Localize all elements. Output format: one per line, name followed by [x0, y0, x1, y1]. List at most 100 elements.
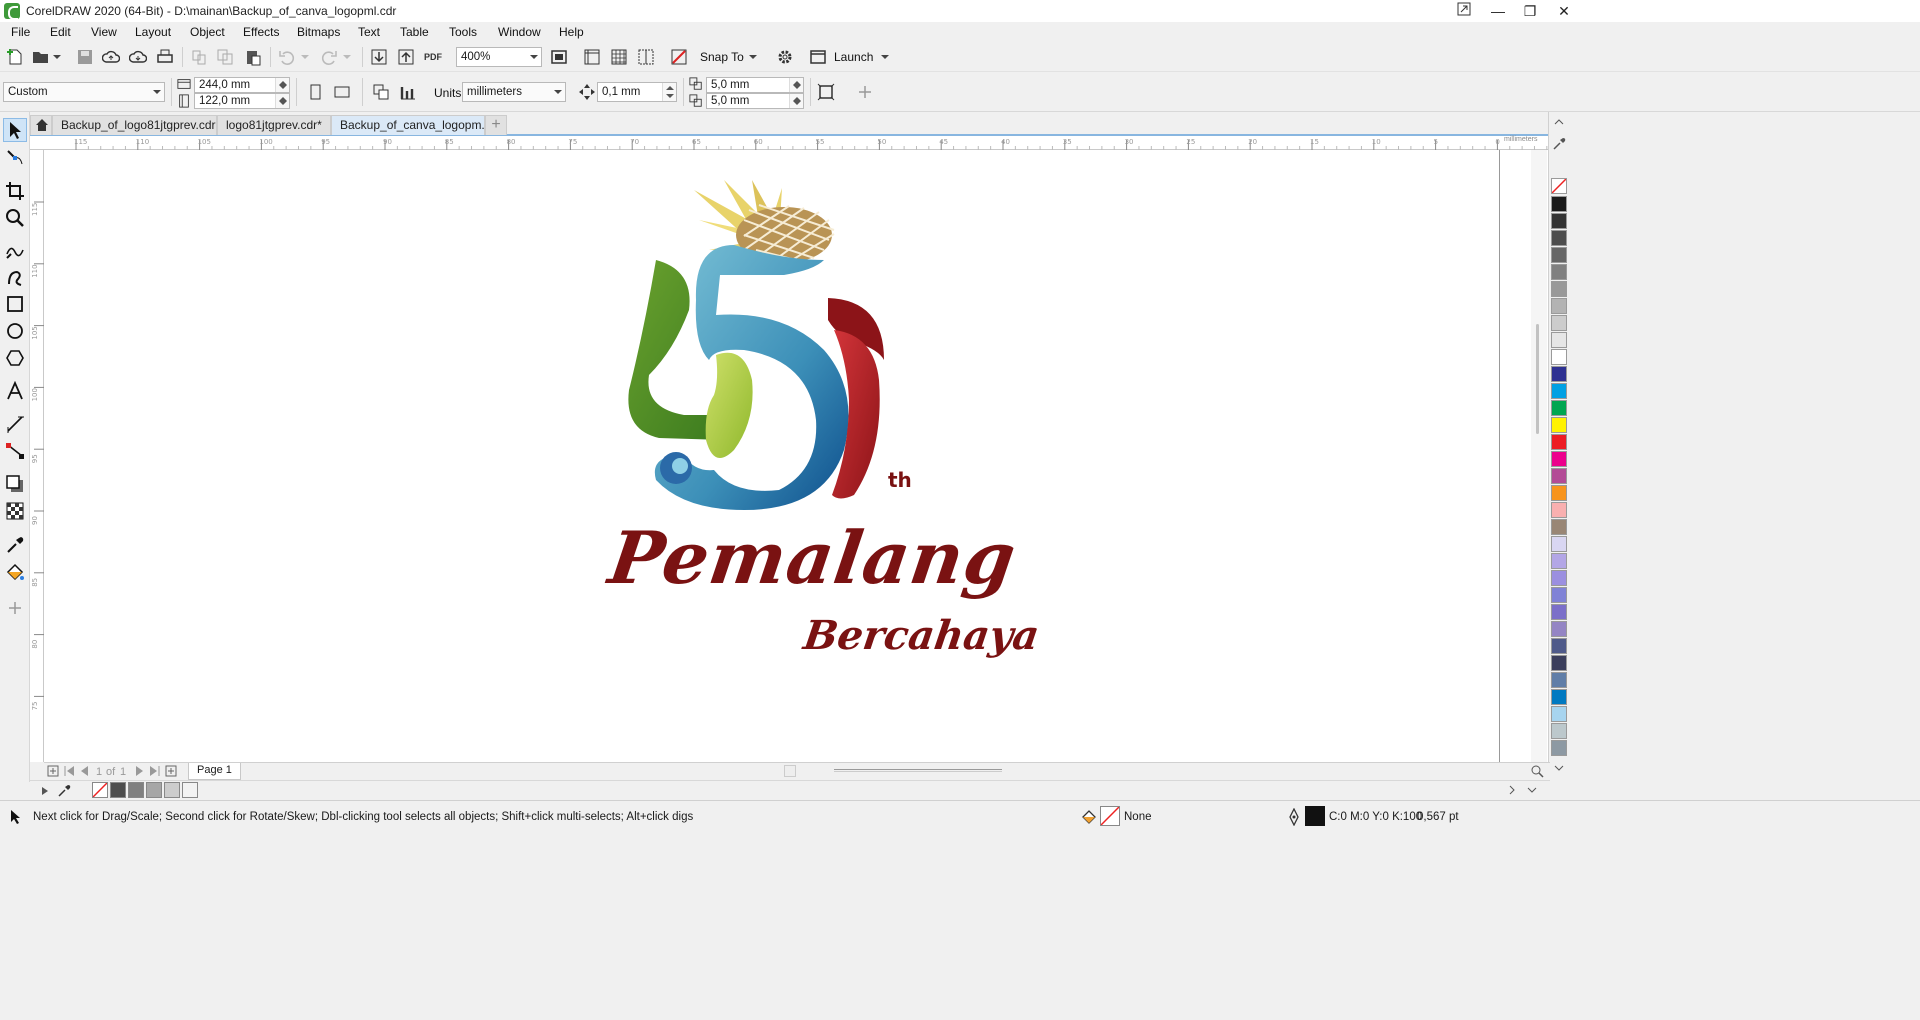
palette-swatch[interactable] — [1551, 400, 1567, 416]
page-1-tab[interactable]: Page 1 — [188, 763, 241, 780]
snap-to-chevron-icon[interactable] — [746, 46, 760, 68]
palette-swatch[interactable] — [1551, 621, 1567, 637]
import-icon[interactable] — [368, 46, 390, 68]
page-height-field[interactable]: 122,0 mm — [194, 93, 290, 109]
palette-swatch[interactable] — [1551, 213, 1567, 229]
document-palette-menu-icon[interactable] — [1526, 784, 1538, 799]
menu-tools[interactable]: Tools — [449, 25, 477, 39]
palette-swatch[interactable] — [1551, 349, 1567, 365]
units-select[interactable]: millimeters — [462, 82, 566, 102]
document-palette-scroll-right-icon[interactable] — [1506, 784, 1518, 799]
palette-swatch[interactable] — [1551, 655, 1567, 671]
menu-view[interactable]: View — [91, 25, 117, 39]
vertical-ruler[interactable]: 115 110 105 100 95 90 85 80 75 — [30, 150, 44, 762]
drawing-canvas[interactable]: th Pemalang Bercahaya — [44, 150, 1550, 762]
export-icon[interactable] — [395, 46, 417, 68]
duplicate-y-field[interactable]: 5,0 mm — [706, 93, 804, 109]
palette-swatch[interactable] — [1551, 417, 1567, 433]
page-height-spinner[interactable] — [275, 94, 289, 108]
parallel-dimension-tool-icon[interactable] — [3, 412, 27, 436]
palette-swatch[interactable] — [1551, 519, 1567, 535]
outline-color-swatch[interactable] — [1305, 806, 1325, 826]
text-tool-icon[interactable] — [3, 379, 27, 403]
zoom-dropdown-chevron-icon[interactable] — [530, 55, 538, 59]
redo-icon[interactable] — [318, 46, 340, 68]
redo-dropdown-icon[interactable] — [340, 46, 354, 68]
launch-chevron-icon[interactable] — [878, 46, 892, 68]
duplicate-x-spinner[interactable] — [789, 78, 803, 92]
horizontal-ruler[interactable]: 115 110 105 100 95 90 85 80 75 70 65 60 55 50 45 40 35 30… — [30, 136, 1550, 150]
paste-icon[interactable] — [242, 46, 264, 68]
cut-icon[interactable] — [188, 46, 210, 68]
menu-file[interactable]: File — [11, 25, 30, 39]
document-palette-swatch[interactable] — [146, 782, 162, 798]
add-tool-plus-icon[interactable] — [3, 596, 27, 620]
add-toolbar-plus-icon[interactable] — [854, 81, 876, 103]
horizontal-scrollbar-thumb[interactable] — [834, 769, 1002, 772]
palette-swatch[interactable] — [1551, 638, 1567, 654]
vertical-scrollbar-thumb[interactable] — [1536, 324, 1539, 434]
drop-shadow-tool-icon[interactable] — [3, 472, 27, 496]
palette-swatch[interactable] — [1551, 723, 1567, 739]
palette-swatch[interactable] — [1551, 468, 1567, 484]
cloud-upload-icon[interactable] — [100, 46, 122, 68]
zoom-to-page-icon[interactable] — [1530, 764, 1544, 781]
document-palette-swatch[interactable] — [110, 782, 126, 798]
nudge-distance-spinner[interactable] — [662, 83, 676, 101]
undo-dropdown-icon[interactable] — [298, 46, 312, 68]
palette-swatch[interactable] — [1551, 536, 1567, 552]
palette-swatch[interactable] — [1551, 298, 1567, 314]
palette-swatch[interactable] — [1551, 689, 1567, 705]
undo-icon[interactable] — [276, 46, 298, 68]
palette-swatch[interactable] — [1551, 366, 1567, 382]
eyedropper-tool-icon[interactable] — [3, 533, 27, 557]
palette-swatch[interactable] — [1551, 587, 1567, 603]
snap-off-icon[interactable] — [668, 46, 690, 68]
palette-swatch[interactable] — [1551, 570, 1567, 586]
connector-tool-icon[interactable] — [3, 439, 27, 463]
palette-scroll-down-icon[interactable] — [1553, 762, 1565, 774]
full-screen-preview-icon[interactable] — [548, 46, 570, 68]
palette-swatch[interactable] — [1551, 740, 1567, 756]
crop-tool-icon[interactable] — [3, 179, 27, 203]
publish-pdf-icon[interactable]: PDF — [422, 46, 444, 68]
first-page-icon[interactable] — [62, 764, 76, 781]
show-rulers-icon[interactable] — [581, 46, 603, 68]
rectangle-tool-icon[interactable] — [3, 292, 27, 316]
open-dropdown-chevron-icon[interactable] — [50, 46, 64, 68]
transparency-tool-icon[interactable] — [3, 499, 27, 523]
palette-swatch[interactable] — [1551, 434, 1567, 450]
fill-bucket-icon[interactable] — [1080, 808, 1098, 829]
nudge-distance-field[interactable]: 0,1 mm — [597, 82, 677, 102]
page-width-field[interactable]: 244,0 mm — [194, 77, 290, 93]
all-pages-icon[interactable] — [370, 81, 392, 103]
palette-swatch[interactable] — [1551, 281, 1567, 297]
snap-to-button[interactable]: Snap To — [700, 50, 744, 64]
menu-layout[interactable]: Layout — [135, 25, 171, 39]
add-page-before-icon[interactable] — [46, 764, 60, 781]
new-tab-plus-icon[interactable]: + — [485, 115, 507, 135]
palette-swatch[interactable] — [1551, 332, 1567, 348]
zoom-level-field[interactable]: 400% — [456, 47, 542, 67]
show-guidelines-icon[interactable] — [635, 46, 657, 68]
print-icon[interactable] — [154, 46, 176, 68]
logo-artwork[interactable] — [44, 150, 1550, 762]
page-width-spinner[interactable] — [275, 78, 289, 92]
palette-swatch[interactable] — [1551, 502, 1567, 518]
tab-backup-of-logo81jtgprev[interactable]: Backup_of_logo81jtgprev.cdr — [52, 115, 217, 135]
interactive-fill-tool-icon[interactable] — [3, 560, 27, 584]
polygon-tool-icon[interactable] — [3, 346, 27, 370]
next-page-icon[interactable] — [132, 764, 146, 781]
menu-bitmaps[interactable]: Bitmaps — [297, 25, 340, 39]
current-page-icon[interactable] — [397, 81, 419, 103]
palette-swatch[interactable] — [1551, 315, 1567, 331]
open-folder-icon[interactable] — [30, 46, 52, 68]
document-palette-expand-icon[interactable] — [40, 785, 50, 800]
palette-swatch[interactable] — [1551, 247, 1567, 263]
landscape-orientation-icon[interactable] — [331, 81, 353, 103]
palette-swatch[interactable] — [1551, 553, 1567, 569]
palette-swatch[interactable] — [1551, 485, 1567, 501]
new-document-icon[interactable] — [4, 46, 26, 68]
palette-swatch[interactable] — [1551, 451, 1567, 467]
launch-icon[interactable] — [807, 46, 829, 68]
